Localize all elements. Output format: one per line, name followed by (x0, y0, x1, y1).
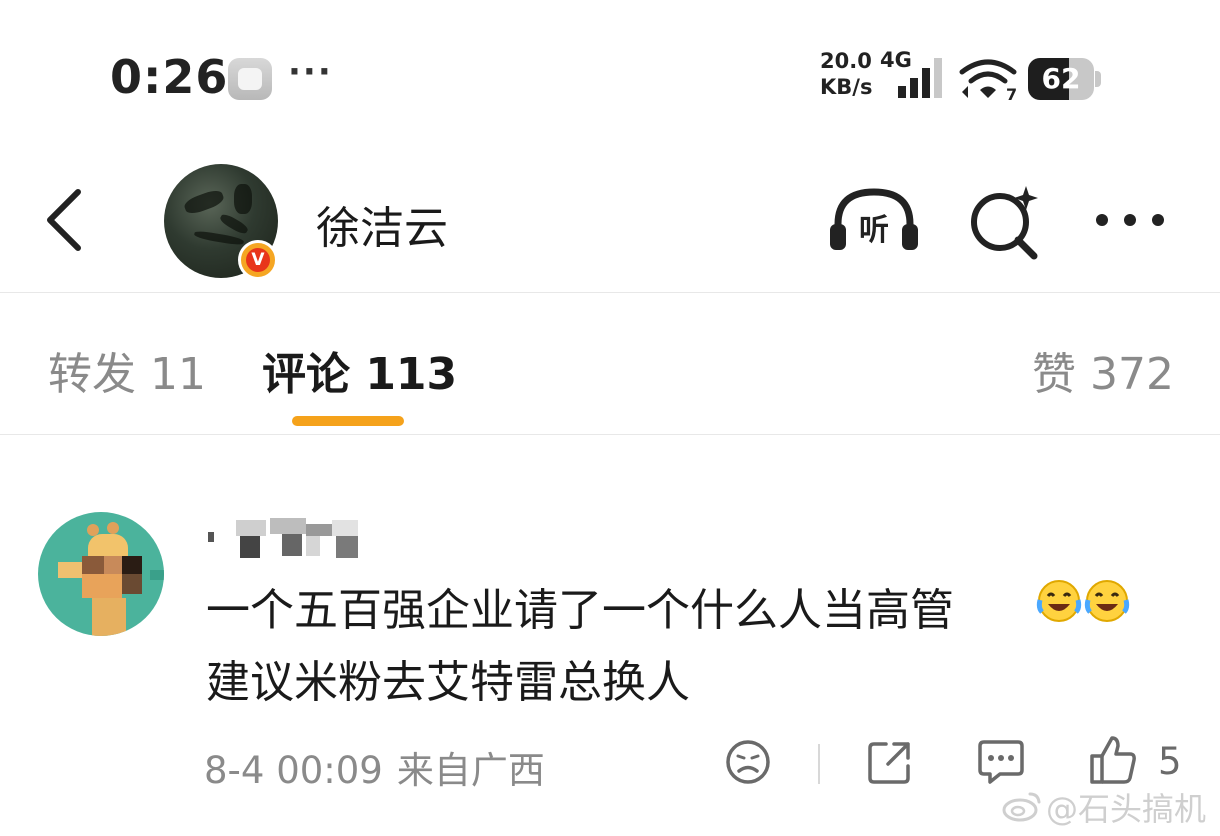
tabs-divider (0, 434, 1220, 435)
thumbs-up-like-icon[interactable] (1088, 734, 1138, 786)
giraffe-avatar-image (58, 522, 164, 636)
status-time: 0:26 (110, 50, 229, 104)
comment-text-line-1: 一个五百强企业请了一个什么人当高管 (206, 585, 954, 636)
header-divider (0, 292, 1220, 293)
battery-percent: 62 (1041, 62, 1081, 95)
verified-badge-icon: V (238, 240, 278, 280)
listen-label: 听 (859, 213, 889, 248)
comment-reply-icon[interactable] (976, 738, 1026, 786)
share-icon[interactable] (866, 738, 914, 786)
active-tab-indicator (292, 416, 404, 426)
author-name[interactable]: 徐洁云 (316, 192, 448, 256)
signal-icon (898, 58, 942, 98)
like-count: 5 (1158, 740, 1182, 783)
more-options-icon[interactable] (1092, 200, 1168, 240)
more-notifications-icon: ··· (288, 52, 333, 92)
headphones-listen-icon[interactable]: 听 (828, 186, 920, 254)
network-speed-unit: KB/s (820, 75, 873, 99)
laughing-tears-emoji-icon (1036, 580, 1082, 622)
app-notification-icon (228, 58, 272, 100)
comment-location: 来自广西 (396, 749, 545, 792)
ai-search-icon[interactable] (968, 184, 1044, 260)
comment-text-line-2: 建议米粉去艾特雷总换人 (206, 657, 690, 708)
dislike-face-icon[interactable] (724, 738, 772, 786)
comment-timestamp: 8-4 00:09 (204, 749, 383, 792)
weibo-logo-icon (1002, 792, 1041, 822)
comment-meta: 8-4 00:09 来自广西 (204, 740, 545, 794)
commenter-avatar[interactable] (38, 512, 164, 636)
action-separator (818, 744, 820, 784)
watermark-text: @石头搞机 (1046, 790, 1207, 828)
wifi-icon: 7 (959, 59, 1017, 102)
battery-indicator: 62 (1028, 58, 1102, 100)
laughing-tears-emoji-icon (1084, 580, 1130, 622)
tab-likes[interactable]: 赞 372 (1032, 338, 1174, 402)
tab-comments[interactable]: 评论 113 (262, 338, 457, 402)
commenter-name-pixelated[interactable] (208, 510, 368, 560)
tab-reposts[interactable]: 转发 11 (48, 338, 206, 402)
back-icon[interactable] (40, 188, 88, 252)
wifi-level: 7 (1006, 85, 1017, 102)
